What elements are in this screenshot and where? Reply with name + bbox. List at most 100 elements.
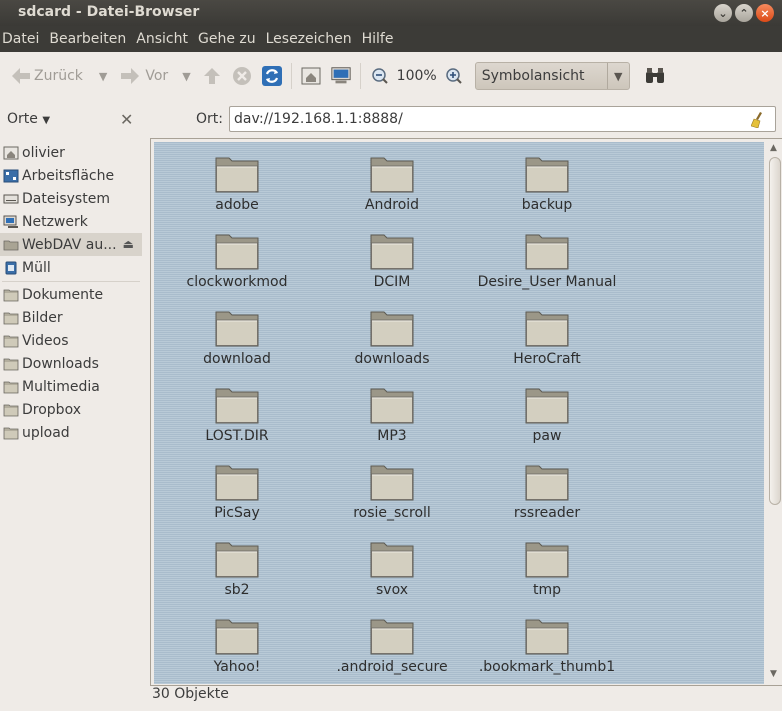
zoom-out-button[interactable] xyxy=(369,65,391,87)
forward-history-dropdown[interactable]: ▼ xyxy=(182,70,190,83)
sidebar-item-dateisystem[interactable]: Dateisystem xyxy=(0,187,142,210)
toolbar: Zurück ▼ Vor ▼ 100% Symbolansicht ▼ xyxy=(0,52,782,100)
close-sidebar-icon[interactable]: ✕ xyxy=(120,110,133,129)
folder-item[interactable]: downloads xyxy=(317,300,467,370)
folder-item[interactable]: svox xyxy=(317,531,467,601)
home-icon xyxy=(3,146,19,160)
folder-item[interactable]: Android xyxy=(317,146,467,216)
folder-item[interactable]: Desire_User Manual xyxy=(472,223,622,293)
folder-icon xyxy=(370,154,414,198)
sidebar-item-label: Bilder xyxy=(22,309,63,326)
menu-hilfe[interactable]: Hilfe xyxy=(362,31,394,47)
scroll-up-icon[interactable]: ▲ xyxy=(770,143,777,153)
zoom-level[interactable]: 100% xyxy=(397,68,437,84)
close-button[interactable]: × xyxy=(756,4,774,22)
folder-item[interactable]: HeroCraft xyxy=(472,300,622,370)
clear-location-icon[interactable] xyxy=(750,112,765,136)
zoom-in-button[interactable] xyxy=(443,65,465,87)
folder-item[interactable]: clockworkmod xyxy=(162,223,312,293)
sidebar-item-upload[interactable]: upload xyxy=(0,421,142,444)
folder-icon xyxy=(215,231,259,275)
menu-datei[interactable]: Datei xyxy=(2,31,39,47)
vertical-scrollbar[interactable]: ▲ ▼ xyxy=(766,139,782,685)
sidebar-item-downloads[interactable]: Downloads xyxy=(0,352,142,375)
sidebar-item-dropbox[interactable]: Dropbox xyxy=(0,398,142,421)
sidebar-item-label: Dropbox xyxy=(22,401,81,418)
location-input[interactable]: dav://192.168.1.1:8888/ xyxy=(229,106,776,132)
forward-button[interactable]: Vor xyxy=(119,61,168,91)
folder-item[interactable]: rosie_scroll xyxy=(317,454,467,524)
menu-ansicht[interactable]: Ansicht xyxy=(136,31,188,47)
folder-item[interactable]: adobe xyxy=(162,146,312,216)
sidebar-item-arbeitsfläche[interactable]: Arbeitsfläche xyxy=(0,164,142,187)
folder-item[interactable]: sb2 xyxy=(162,531,312,601)
folder-name: LOST.DIR xyxy=(205,428,269,444)
chevron-down-icon: ▼ xyxy=(42,115,51,126)
trash-icon xyxy=(3,261,19,275)
menu-gehe-zu[interactable]: Gehe zu xyxy=(198,31,256,47)
sidebar-item-webdav-au[interactable]: WebDAV au... ⏏ xyxy=(0,233,142,256)
sidebar-item-bilder[interactable]: Bilder xyxy=(0,306,142,329)
back-history-dropdown[interactable]: ▼ xyxy=(99,70,107,83)
folder-item[interactable]: rssreader xyxy=(472,454,622,524)
computer-button[interactable] xyxy=(330,65,352,87)
folder-item[interactable]: Yahoo! xyxy=(162,608,312,678)
window-title: sdcard - Datei-Browser xyxy=(18,4,200,20)
folder-item[interactable]: backup xyxy=(472,146,622,216)
search-button[interactable] xyxy=(644,65,666,87)
menu-bearbeiten[interactable]: Bearbeiten xyxy=(49,31,126,47)
item-count: 30 Objekte xyxy=(152,686,229,702)
reload-button[interactable] xyxy=(261,65,283,87)
folder-item[interactable]: DCIM xyxy=(317,223,467,293)
sidebar-item-label: WebDAV au... xyxy=(22,236,117,253)
stop-button[interactable] xyxy=(231,65,253,87)
sidebar-item-label: upload xyxy=(22,424,70,441)
folder-icon xyxy=(215,385,259,429)
forward-label: Vor xyxy=(145,68,169,84)
folder-item[interactable]: PicSay xyxy=(162,454,312,524)
icon-view[interactable]: adobe Android backup clockworkmod DCIM Desire… xyxy=(154,142,764,684)
sidebar-item-label: olivier xyxy=(22,144,65,161)
minimize-button[interactable]: ⌄ xyxy=(714,4,732,22)
folder-icon xyxy=(370,231,414,275)
up-button[interactable] xyxy=(201,65,223,87)
sidebar-item-dokumente[interactable]: Dokumente xyxy=(0,283,142,306)
scroll-down-icon[interactable]: ▼ xyxy=(770,669,777,679)
sidebar-item-videos[interactable]: Videos xyxy=(0,329,142,352)
folder-name: sb2 xyxy=(224,582,250,598)
folder-item[interactable]: download xyxy=(162,300,312,370)
zoom-out-icon xyxy=(371,68,388,84)
desktop-icon xyxy=(3,169,19,183)
home-button[interactable] xyxy=(300,65,322,87)
sidebar-divider xyxy=(2,281,140,282)
location-label: Ort: xyxy=(196,111,223,127)
sidebar-item-olivier[interactable]: olivier xyxy=(0,141,142,164)
eject-icon[interactable]: ⏏ xyxy=(123,237,134,251)
sidebar-item-multimedia[interactable]: Multimedia xyxy=(0,375,142,398)
menu-lesezeichen[interactable]: Lesezeichen xyxy=(266,31,352,47)
sidebar-item-netzwerk[interactable]: Netzwerk xyxy=(0,210,142,233)
places-header[interactable]: Orte ▼ xyxy=(7,111,50,127)
home-icon xyxy=(301,67,321,85)
folder-item[interactable]: tmp xyxy=(472,531,622,601)
view-mode-select[interactable]: Symbolansicht ▼ xyxy=(474,62,630,90)
back-button[interactable]: Zurück xyxy=(10,61,83,91)
location-value: dav://192.168.1.1:8888/ xyxy=(234,111,403,127)
folder-name: DCIM xyxy=(373,274,411,290)
sidebar-item-label: Netzwerk xyxy=(22,213,88,230)
sidebar-item-label: Arbeitsfläche xyxy=(22,167,115,184)
sidebar-item-label: Dateisystem xyxy=(22,190,110,207)
folder-icon xyxy=(3,426,19,440)
window-controls: ⌄ ⌃ × xyxy=(714,4,774,22)
sidebar-item-müll[interactable]: Müll xyxy=(0,256,142,279)
folder-icon xyxy=(3,357,19,371)
folder-item[interactable]: paw xyxy=(472,377,622,447)
folder-item[interactable]: LOST.DIR xyxy=(162,377,312,447)
folder-item[interactable]: .android_secure xyxy=(317,608,467,678)
computer-icon xyxy=(331,67,351,84)
maximize-button[interactable]: ⌃ xyxy=(735,4,753,22)
folder-item[interactable]: .bookmark_thumb1 xyxy=(472,608,622,678)
folder-name: .android_secure xyxy=(336,659,448,675)
folder-item[interactable]: MP3 xyxy=(317,377,467,447)
scrollbar-thumb[interactable] xyxy=(769,157,781,505)
